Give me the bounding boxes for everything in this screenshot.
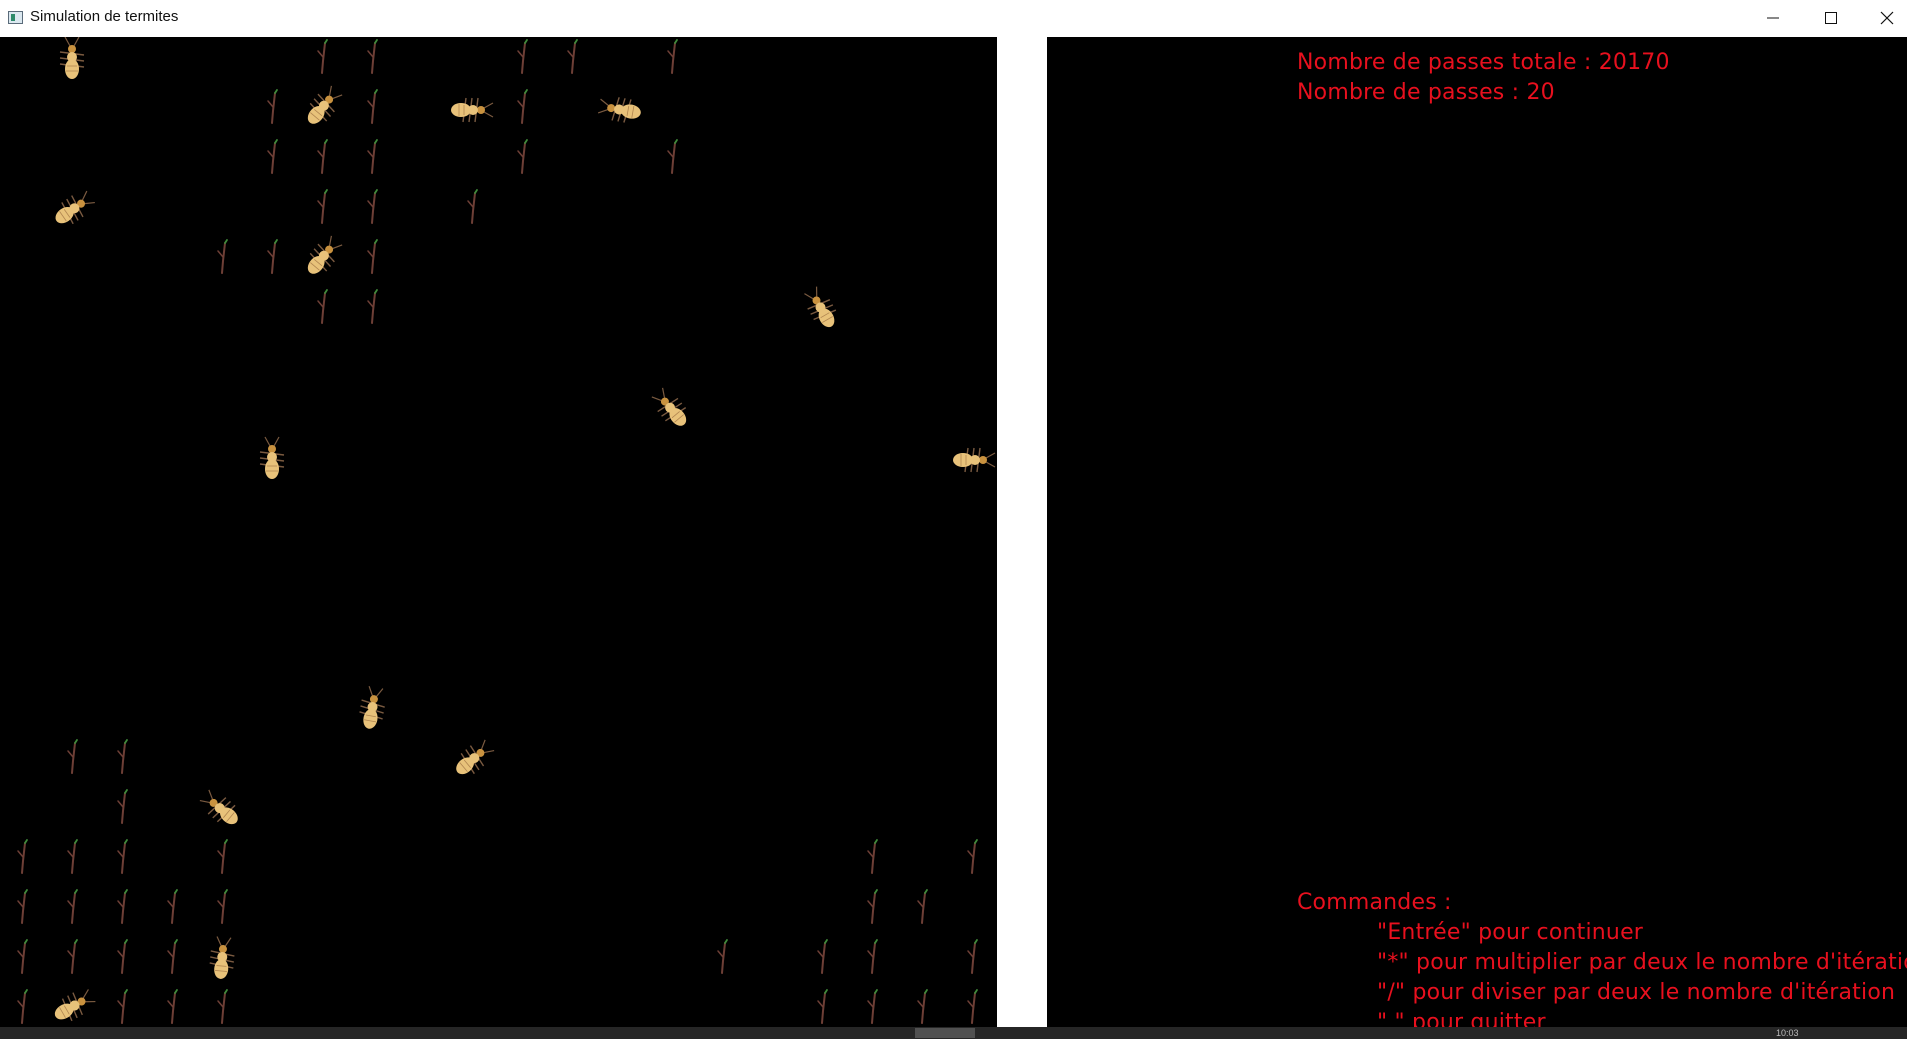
twig-icon (967, 839, 978, 874)
panel-separator (997, 37, 1047, 1027)
title-bar: Simulation de termites (0, 0, 1907, 38)
twig-icon (117, 739, 128, 774)
command-quit: " " pour quitter (1377, 1010, 1546, 1027)
termite-icon (59, 37, 85, 79)
twig-icon (167, 989, 178, 1024)
twig-icon (17, 939, 28, 974)
command-multiply: "*" pour multiplier par deux le nombre d… (1377, 950, 1907, 975)
termite-icon (55, 190, 95, 225)
twig-icon (67, 739, 78, 774)
twig-icon (217, 839, 228, 874)
minimize-icon (1767, 17, 1779, 19)
maximize-icon (1825, 12, 1837, 24)
termite-icon (804, 286, 837, 328)
termite-icon (209, 936, 235, 979)
twig-icon (367, 139, 378, 174)
twig-icon (267, 139, 278, 174)
twig-icon (517, 39, 528, 74)
minimize-button[interactable] (1744, 0, 1802, 36)
twig-icon (167, 939, 178, 974)
twig-icon (267, 239, 278, 274)
horizontal-scrollbar-thumb[interactable] (915, 1028, 975, 1038)
twig-icon (217, 239, 228, 274)
twig-icon (917, 989, 928, 1024)
termite-icon (456, 739, 495, 775)
twig-icon (667, 139, 678, 174)
window-title: Simulation de termites (30, 8, 179, 25)
twig-icon (317, 39, 328, 74)
twig-icon (867, 939, 878, 974)
close-button[interactable] (1858, 0, 1907, 36)
twig-icon (967, 989, 978, 1024)
termite-icon (307, 85, 343, 124)
termite-icon (359, 685, 385, 729)
twig-icon (117, 839, 128, 874)
termite-icon (597, 97, 641, 123)
twig-icon (117, 989, 128, 1024)
termite-icon (651, 387, 687, 426)
twig-icon (367, 39, 378, 74)
twig-icon (117, 889, 128, 924)
termite-icon (307, 235, 343, 274)
termite-icon (451, 97, 494, 123)
twig-icon (17, 889, 28, 924)
twig-icon (217, 989, 228, 1024)
commands-header: Commandes : (1297, 890, 1452, 915)
twig-icon (317, 139, 328, 174)
twig-icon (467, 189, 478, 224)
twig-icon (367, 289, 378, 324)
twig-icon (117, 939, 128, 974)
twig-icon (967, 939, 978, 974)
twig-icon (917, 889, 928, 924)
twig-icon (217, 889, 228, 924)
termite-icon (953, 447, 996, 473)
info-panel: Nombre de passes totale : 20170 Nombre d… (1047, 37, 1907, 1027)
twig-icon (867, 989, 878, 1024)
app-icon (8, 11, 23, 24)
twig-icon (367, 239, 378, 274)
twig-icon (517, 139, 528, 174)
twig-icon (567, 39, 578, 74)
twig-icon (17, 839, 28, 874)
twig-icon (117, 789, 128, 824)
twig-icon (317, 189, 328, 224)
twig-icon (67, 939, 78, 974)
twig-icon (167, 889, 178, 924)
twig-icon (817, 989, 828, 1024)
termite-icon (259, 436, 285, 479)
twig-icon (717, 939, 728, 974)
termite-icon (199, 789, 238, 825)
simulation-canvas[interactable] (0, 37, 997, 1027)
total-passes-label: Nombre de passes totale : 20170 (1297, 50, 1670, 75)
twig-icon (517, 89, 528, 124)
twig-icon (667, 39, 678, 74)
twig-icon (317, 289, 328, 324)
twig-icon (367, 89, 378, 124)
twig-icon (867, 839, 878, 874)
twig-icon (817, 939, 828, 974)
twig-icon (867, 889, 878, 924)
twig-icon (67, 839, 78, 874)
command-divide: "/" pour diviser par deux le nombre d'it… (1377, 980, 1896, 1005)
command-continue: "Entrée" pour continuer (1377, 920, 1644, 945)
maximize-button[interactable] (1802, 0, 1860, 36)
termite-icon (54, 989, 96, 1022)
taskbar-clock: 10:03 (1776, 1028, 1799, 1038)
passes-label: Nombre de passes : 20 (1297, 80, 1555, 105)
simulation-sprites (17, 37, 996, 1024)
close-icon (1880, 11, 1894, 25)
twig-icon (267, 89, 278, 124)
twig-icon (67, 889, 78, 924)
twig-icon (17, 989, 28, 1024)
twig-icon (367, 189, 378, 224)
